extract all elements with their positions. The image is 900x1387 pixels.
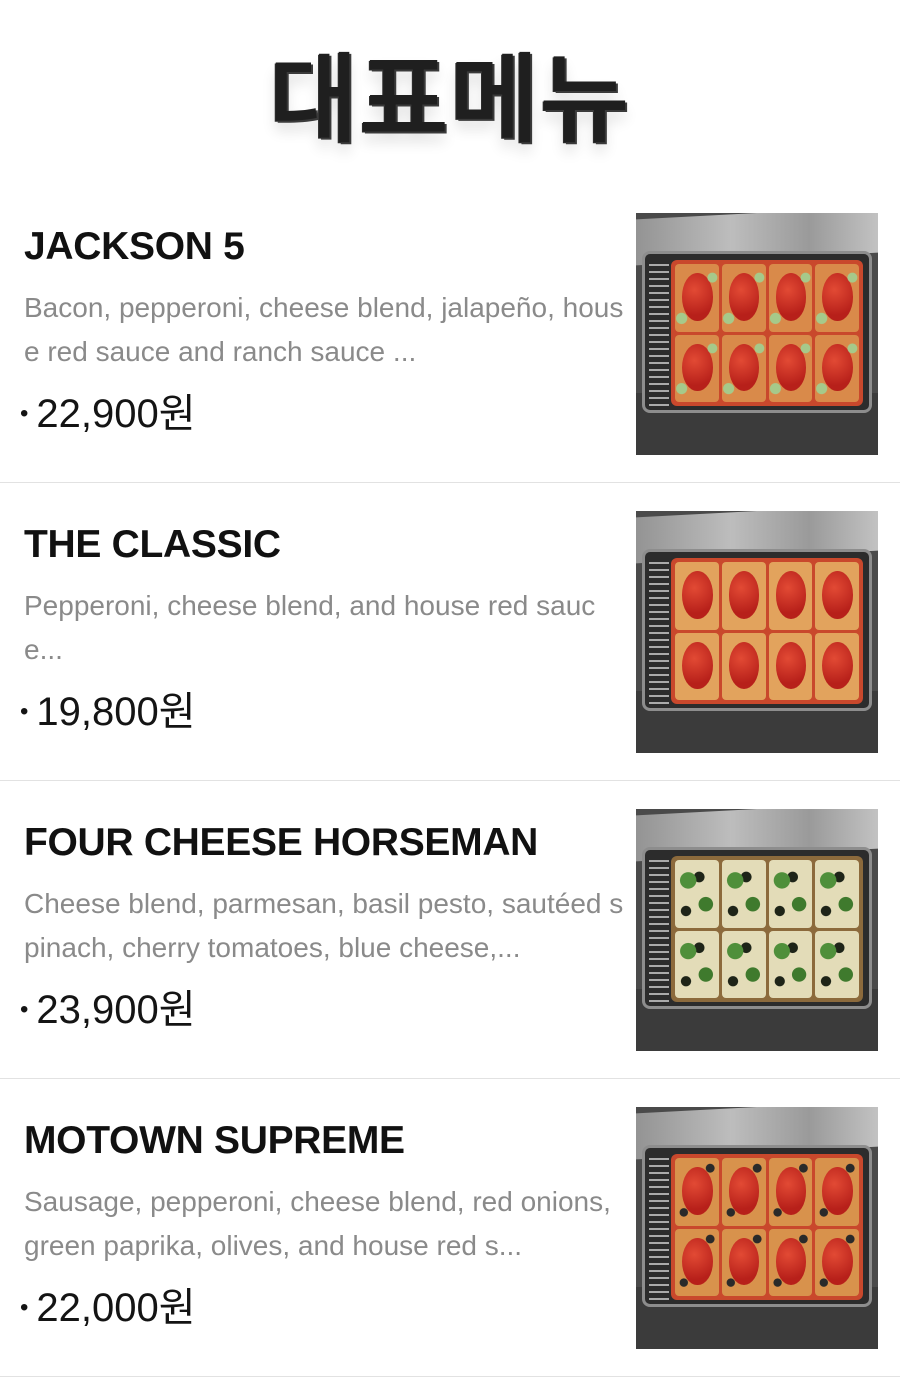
pizza-slice xyxy=(768,1228,813,1296)
pizza xyxy=(671,558,863,704)
menu-item-description: Pepperoni, cheese blend, and house red s… xyxy=(24,590,596,665)
price-bullet: • xyxy=(20,1294,29,1321)
menu-item-four-cheese-horseman[interactable]: FOUR CHEESE HORSEMAN Cheese blend, parme… xyxy=(0,781,900,1079)
price-value: 19,800원 xyxy=(36,690,196,734)
pizza xyxy=(671,856,863,1002)
pizza-slice xyxy=(675,1158,719,1226)
pan-rack xyxy=(649,260,669,406)
pizza xyxy=(671,1154,863,1300)
menu-item-price: • 22,000원 xyxy=(20,1275,196,1333)
pizza-image[interactable] xyxy=(636,809,878,1051)
menu-list: JACKSON 5 Bacon, pepperoni, cheese blend… xyxy=(0,185,900,1377)
pizza-slice xyxy=(721,264,766,332)
pizza-slice xyxy=(675,1228,719,1296)
pizza-slice xyxy=(675,930,719,998)
pizza-slice xyxy=(815,860,859,928)
pizza-slice xyxy=(768,562,813,630)
pizza xyxy=(671,260,863,406)
pizza-slice xyxy=(815,562,859,630)
price-value: 22,000원 xyxy=(36,1286,196,1330)
menu-item-name: FOUR CHEESE HORSEMAN xyxy=(24,821,539,864)
pizza-slice xyxy=(815,930,859,998)
pizza-image[interactable] xyxy=(636,1107,878,1349)
baking-pan xyxy=(642,251,872,413)
pizza-slice xyxy=(768,1158,813,1226)
price-bullet: • xyxy=(20,400,29,427)
price-value: 22,900원 xyxy=(36,392,196,436)
pizza-slice xyxy=(768,632,813,700)
pizza-slice xyxy=(721,1228,766,1296)
pizza-slice xyxy=(675,562,719,630)
page-title: 대표메뉴 xyxy=(269,44,631,156)
pan-rack xyxy=(649,856,669,1002)
menu-item-price: • 23,900원 xyxy=(20,977,196,1035)
menu-item-the-classic[interactable]: THE CLASSIC Pepperoni, cheese blend, and… xyxy=(0,483,900,781)
pizza-slice xyxy=(768,264,813,332)
pizza-slice xyxy=(675,632,719,700)
pizza-slice xyxy=(768,334,813,402)
pizza-slice xyxy=(675,860,719,928)
menu-item-name: THE CLASSIC xyxy=(24,523,281,566)
menu-item-jackson-5[interactable]: JACKSON 5 Bacon, pepperoni, cheese blend… xyxy=(0,185,900,483)
pizza-slice xyxy=(675,264,719,332)
pizza-slice xyxy=(815,334,859,402)
pizza-slice xyxy=(721,632,766,700)
menu-item-description: Sausage, pepperoni, cheese blend, red on… xyxy=(24,1186,611,1261)
baking-pan xyxy=(642,847,872,1009)
pan-rack xyxy=(649,558,669,704)
pizza-slice xyxy=(815,264,859,332)
menu-item-price: • 19,800원 xyxy=(20,679,196,737)
menu-item-price: • 22,900원 xyxy=(20,381,196,439)
pizza-slice xyxy=(815,1228,859,1296)
pizza-slice xyxy=(721,930,766,998)
pizza-slice xyxy=(768,860,813,928)
pizza-slice xyxy=(675,334,719,402)
price-bullet: • xyxy=(20,996,29,1023)
menu-item-name: JACKSON 5 xyxy=(24,225,245,268)
menu-item-description: Bacon, pepperoni, cheese blend, jalapeño… xyxy=(24,292,624,367)
header: 대표메뉴 xyxy=(0,0,900,190)
price-value: 23,900원 xyxy=(36,988,196,1032)
pizza-slice xyxy=(721,860,766,928)
pizza-slice xyxy=(721,334,766,402)
pizza-slice xyxy=(768,930,813,998)
pizza-slice xyxy=(815,632,859,700)
pizza-image[interactable] xyxy=(636,511,878,753)
baking-pan xyxy=(642,1145,872,1307)
menu-item-name: MOTOWN SUPREME xyxy=(24,1119,405,1162)
pizza-image[interactable] xyxy=(636,213,878,455)
pizza-slice xyxy=(721,562,766,630)
pizza-slice xyxy=(815,1158,859,1226)
price-bullet: • xyxy=(20,698,29,725)
pizza-slice xyxy=(721,1158,766,1226)
baking-pan xyxy=(642,549,872,711)
menu-item-motown-supreme[interactable]: MOTOWN SUPREME Sausage, pepperoni, chees… xyxy=(0,1079,900,1377)
menu-item-description: Cheese blend, parmesan, basil pesto, sau… xyxy=(24,888,624,963)
pan-rack xyxy=(649,1154,669,1300)
